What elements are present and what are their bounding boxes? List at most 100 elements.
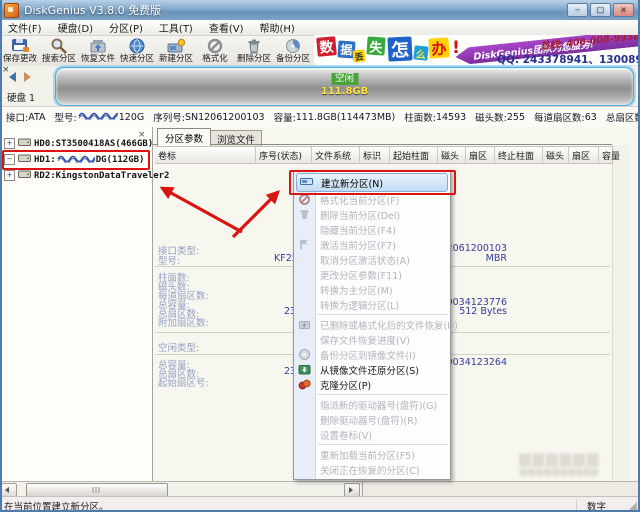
bottom-strip	[0, 481, 640, 497]
info-field-label: 型号:	[54, 113, 77, 124]
menu-item-12[interactable]: 从镜像文件还原分区(S)	[294, 362, 450, 377]
column-header-3[interactable]: 标识	[360, 147, 390, 163]
vertical-scrollbar[interactable]	[612, 145, 629, 481]
toolbar-button-6[interactable]: 删除分区	[235, 37, 273, 65]
menu-item-3: 隐藏当前分区(F4)	[294, 222, 450, 237]
title-bar[interactable]: DiskGenius V3.8.0 免费版 ‒ □ ×	[0, 0, 640, 20]
close-button[interactable]: ×	[613, 3, 634, 17]
disk-name-label: 硬盘 1	[7, 93, 36, 104]
menu-item-label: 备份分区到镜像文件(I)	[320, 350, 416, 362]
status-bar: 在当前位置建立新分区。 数字 ◢	[0, 496, 640, 512]
column-header-1[interactable]: 序号(状态)	[256, 147, 312, 163]
ad-tile-3: 失	[366, 36, 386, 56]
toolbar-button-label: 备份分区	[275, 54, 310, 64]
menu-item-18: 关闭正在恢复的分区(C)	[294, 462, 450, 477]
info-field-label: 容量:	[273, 113, 296, 124]
menu-item-17: 重新加载当前分区(F5)	[294, 447, 450, 462]
column-header-6[interactable]: 扇区	[466, 147, 495, 163]
menu-item-label: 从镜像文件还原分区(S)	[320, 365, 419, 377]
tree-item-rd2[interactable]: + RD2:KingstonDataTraveler2	[0, 168, 169, 183]
recover-icon	[298, 318, 311, 331]
activate-icon	[298, 238, 311, 251]
info-field-value: 14593	[435, 111, 467, 123]
free-space-label: 空闲	[330, 73, 359, 85]
toolbar-button-label: 新建分区	[158, 54, 193, 64]
toolbar-button-4[interactable]: 新建分区	[157, 37, 195, 65]
maximize-button[interactable]: □	[590, 3, 611, 17]
app-icon	[4, 2, 19, 18]
info-field-value: 255	[506, 111, 526, 123]
column-header-8[interactable]: 磁头	[543, 147, 569, 163]
menubar-item-4[interactable]: 查看(V)	[201, 20, 252, 35]
menu-item-label: 删除当前分区(Del)	[320, 210, 401, 222]
toolbar-button-0[interactable]: 保存更改	[1, 37, 39, 65]
toolbar-button-label: 快速分区	[119, 54, 154, 64]
scrollbar-thumb[interactable]	[26, 483, 168, 497]
menu-item-9: 已删除或格式化后的文件恢复(U)	[294, 317, 458, 332]
info-field-4: 柱面数: 14593	[404, 110, 467, 125]
delete-partition-icon	[235, 38, 273, 54]
redaction-scribble	[78, 111, 128, 123]
ad-banner: 数据丢失怎么办! DiskGenius团队为您服务! 热线: 400-008-9…	[314, 35, 640, 65]
column-header-4[interactable]: 起始柱面	[390, 147, 438, 163]
status-message: 在当前位置建立新分区。	[4, 502, 109, 512]
tab-partition-params[interactable]: 分区参数	[157, 128, 211, 146]
disk-space-bar[interactable]: 空闲 111.8GB	[55, 67, 634, 106]
property-value-right: MBR	[485, 253, 507, 264]
resize-grip[interactable]: ◢	[629, 499, 637, 512]
info-field-label: 总扇区数:	[605, 113, 640, 124]
property-label: 附加扇区数:	[158, 318, 209, 329]
menu-item-label: 克隆分区(P)	[320, 380, 372, 392]
menu-item-13[interactable]: 克隆分区(P)	[294, 377, 450, 392]
expand-toggle-icon[interactable]: +	[4, 170, 15, 181]
info-field-value: 111.8GB(114473MB)	[295, 111, 396, 123]
clone-icon	[298, 378, 311, 391]
save-changes-icon	[1, 38, 39, 54]
menubar-item-0[interactable]: 文件(F)	[0, 20, 50, 35]
prev-disk-arrow-icon[interactable]	[9, 72, 16, 82]
scroll-left-arrow-icon[interactable]	[1, 483, 17, 497]
menu-item-label: 已删除或格式化后的文件恢复(U)	[320, 320, 458, 332]
toolbar-button-label: 搜索分区	[41, 54, 76, 64]
menu-item-5: 取消分区激活状态(A)	[294, 252, 450, 267]
scroll-right-arrow-icon[interactable]	[344, 483, 360, 497]
menu-item-0[interactable]: 建立新分区(N)	[296, 173, 448, 192]
menubar-item-3[interactable]: 工具(T)	[151, 20, 201, 35]
menu-item-label: 设置卷标(V)	[320, 430, 372, 442]
menu-item-2: 删除当前分区(Del)	[294, 207, 450, 222]
menubar-item-1[interactable]: 硬盘(D)	[50, 20, 102, 35]
info-field-value: ATA	[28, 111, 46, 123]
menubar-item-5[interactable]: 帮助(H)	[252, 20, 303, 35]
free-space-size: 111.8GB	[320, 86, 369, 97]
expand-toggle-icon[interactable]: +	[4, 138, 15, 149]
menu-item-label: 转换为逻辑分区(L)	[320, 300, 400, 312]
horizontal-scrollbar[interactable]	[0, 482, 363, 497]
info-field-6: 每道扇区数: 63	[534, 110, 597, 125]
column-header-10[interactable]: 容量	[599, 147, 640, 163]
column-header-5[interactable]: 磁头	[438, 147, 466, 163]
column-header-2[interactable]: 文件系统	[312, 147, 360, 163]
toolbar-button-2[interactable]: 恢复文件	[79, 37, 117, 65]
tree-item-hd0[interactable]: + HD0:ST3500418AS(466GB)	[0, 136, 153, 151]
toolbar-button-5[interactable]: 格式化	[196, 37, 234, 65]
window-controls: ‒ □ ×	[567, 3, 634, 17]
tree-item-hd1[interactable]: − HD1: DG(112GB)	[0, 152, 144, 167]
expand-toggle-icon[interactable]: −	[4, 154, 15, 165]
menu-item-label: 关闭正在恢复的分区(C)	[320, 465, 420, 477]
column-header-0[interactable]: 卷标	[155, 147, 256, 163]
toolbar-button-1[interactable]: 搜索分区	[40, 37, 78, 65]
property-label: 型号:	[158, 256, 181, 267]
column-header-9[interactable]: 扇区	[569, 147, 599, 163]
ad-tile-2: 丢	[352, 49, 366, 63]
minimize-button[interactable]: ‒	[567, 3, 588, 17]
delete-icon	[298, 208, 311, 221]
backup-partition-icon	[274, 38, 312, 54]
toolbar-button-label: 删除分区	[236, 54, 271, 64]
ad-qq: QQ: 243378941、130089958	[497, 54, 640, 65]
next-disk-arrow-icon[interactable]	[24, 72, 31, 82]
column-header-7[interactable]: 终止柱面	[495, 147, 543, 163]
toolbar-button-3[interactable]: 快速分区	[118, 37, 156, 65]
toolbar-button-7[interactable]: 备份分区	[274, 37, 312, 65]
menubar-item-2[interactable]: 分区(P)	[101, 20, 151, 35]
info-field-3: 容量: 111.8GB(114473MB)	[273, 110, 396, 125]
